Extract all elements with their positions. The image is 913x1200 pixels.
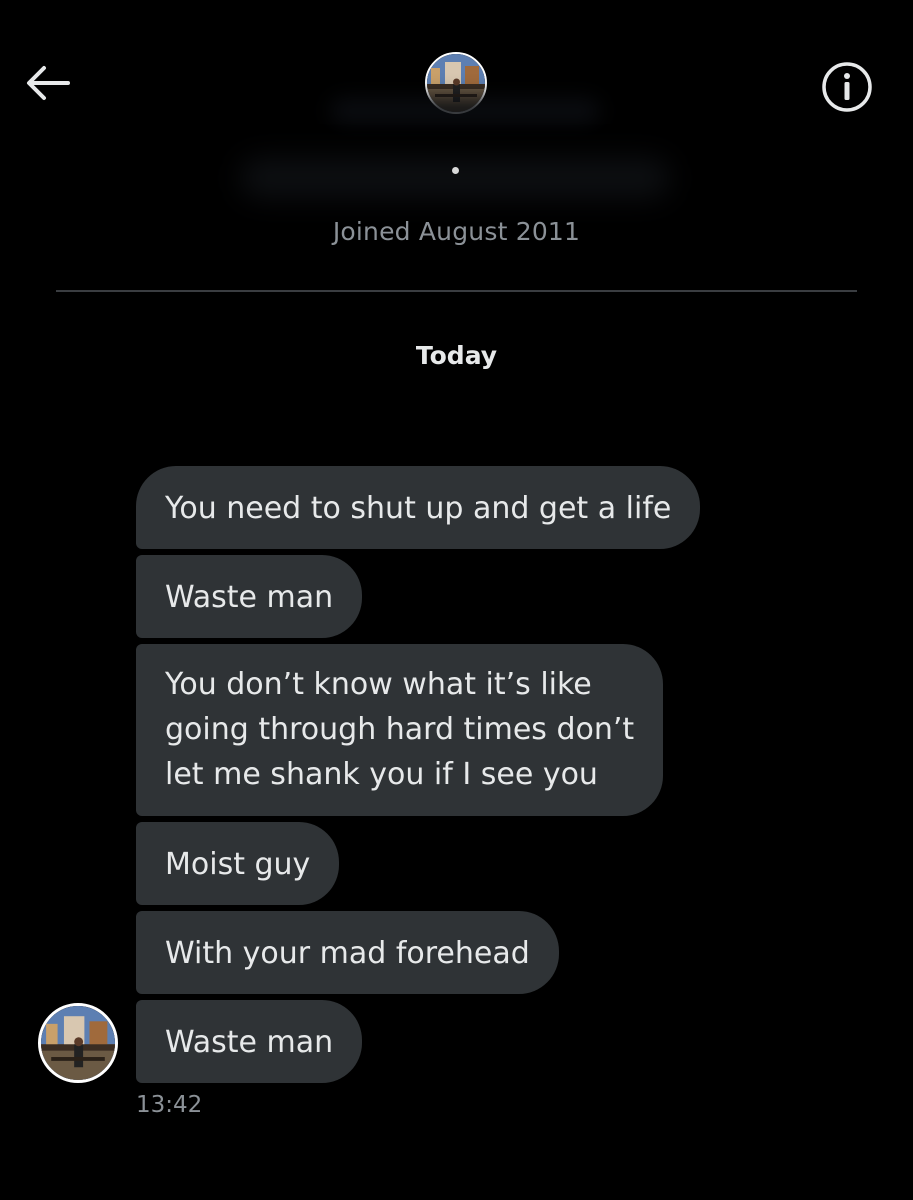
avatar-photo — [41, 1006, 115, 1080]
joined-date: Joined August 2011 — [332, 217, 581, 246]
message-bubble[interactable]: With your mad forehead — [136, 911, 559, 994]
message-bubble[interactable]: You don’t know what it’s like going thro… — [136, 644, 664, 816]
sender-avatar[interactable] — [38, 1003, 118, 1083]
arrow-left-icon — [27, 66, 70, 100]
message-bubble[interactable]: Waste man — [136, 555, 363, 638]
conversation-header: Joined August 2011 — [0, 0, 913, 246]
redacted-display-name — [330, 98, 600, 124]
separator-dot — [452, 167, 459, 174]
info-circle-icon — [822, 62, 872, 112]
day-separator: Today — [415, 341, 498, 370]
message-bubble[interactable]: Moist guy — [136, 822, 340, 905]
message-timestamp: 13:42 — [136, 1092, 203, 1118]
message-bubble[interactable]: You need to shut up and get a life — [136, 466, 701, 549]
divider — [56, 290, 857, 292]
message-bubble[interactable]: Waste man — [136, 1000, 363, 1083]
redacted-handle — [240, 158, 670, 198]
conversation-info-button[interactable] — [820, 60, 874, 114]
back-button[interactable] — [22, 58, 72, 108]
